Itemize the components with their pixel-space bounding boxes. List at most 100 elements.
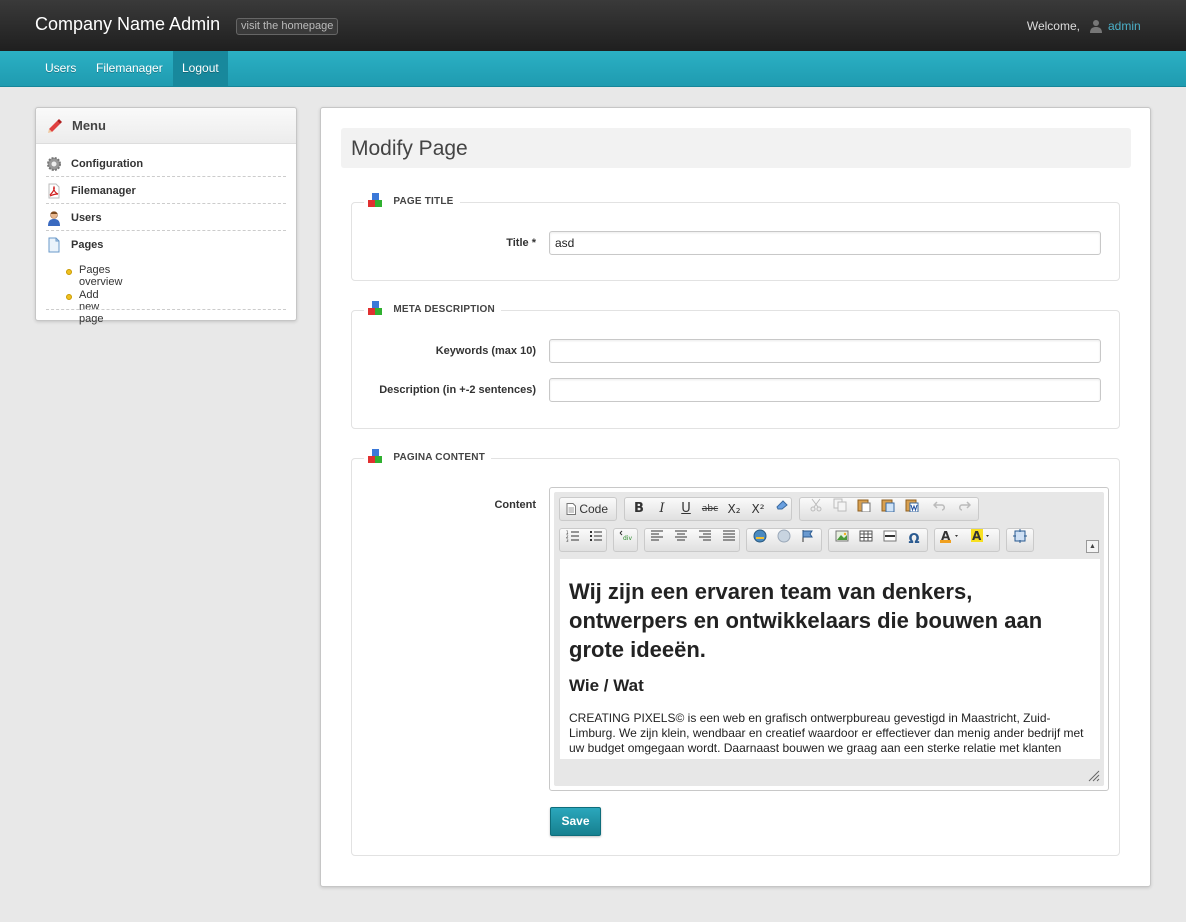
sidebar-item-label: Configuration	[71, 158, 144, 170]
rich-text-editor: Code B I U abc X₂ X² 1 2 3 div Ω A A ▲ W…	[549, 487, 1109, 791]
div-container-button[interactable]: div	[614, 529, 638, 551]
fieldset-pagina-content: PAGINA CONTENT Content Code B I U abc X₂	[351, 449, 1120, 856]
sidebar-header: Menu	[36, 108, 296, 144]
editor-content-area[interactable]: Wij zijn een ervaren team van denkers, o…	[560, 559, 1100, 759]
text-color-icon: A	[940, 529, 958, 543]
content-heading-1: Wij zijn een ervaren team van denkers, o…	[569, 579, 1043, 662]
special-char-button[interactable]: Ω	[902, 529, 926, 551]
app-title[interactable]: Company Name Admin	[35, 14, 220, 35]
toolbar-group-format: B I U abc X₂ X²	[624, 497, 792, 521]
table-icon	[859, 530, 873, 542]
nav-item-users[interactable]: Users	[36, 51, 85, 86]
content-paragraph: CREATING PIXELS© is een web en grafisch …	[569, 711, 1084, 755]
numbered-list-button[interactable]: 123	[561, 529, 585, 551]
subscript-button[interactable]: X₂	[722, 498, 746, 520]
clipboard-word-icon	[905, 499, 919, 513]
justify-icon	[723, 530, 735, 541]
sidebar-subitem-label: Add new page	[79, 289, 104, 325]
page-icon	[48, 237, 60, 253]
unlink-icon	[777, 529, 791, 543]
clipboard-text-icon	[881, 499, 895, 513]
text-color-button[interactable]: A	[938, 529, 966, 551]
legend-label: PAGE TITLE	[393, 195, 454, 207]
align-right-button[interactable]	[693, 529, 717, 551]
align-left-icon	[651, 530, 663, 541]
save-button[interactable]: Save	[550, 807, 601, 836]
nav-item-filemanager[interactable]: Filemanager	[87, 51, 172, 86]
align-center-button[interactable]	[669, 529, 693, 551]
scissors-icon	[810, 498, 822, 512]
bullet-icon	[66, 294, 72, 300]
link-button[interactable]	[748, 529, 772, 551]
maximize-button[interactable]	[1008, 529, 1032, 551]
strikethrough-button[interactable]: abc	[698, 498, 722, 520]
nav-item-logout[interactable]: Logout	[173, 51, 228, 86]
numbered-list-icon: 123	[566, 530, 579, 543]
resize-handle-icon[interactable]	[1088, 770, 1100, 782]
paste-button[interactable]	[852, 498, 876, 520]
sidebar-item-label: Pages	[71, 239, 104, 251]
superscript-button[interactable]: X²	[746, 498, 770, 520]
anchor-button[interactable]	[796, 529, 820, 551]
cut-button[interactable]	[804, 498, 828, 520]
redo-button[interactable]	[952, 498, 976, 520]
keywords-label: Keywords (max 10)	[435, 345, 536, 357]
main-panel: Modify Page PAGE TITLE Title * asd META …	[320, 107, 1151, 887]
keywords-input[interactable]	[549, 339, 1101, 363]
bulleted-list-button[interactable]	[584, 529, 608, 551]
sidebar-item-label: Users	[71, 212, 102, 224]
italic-button[interactable]: I	[650, 498, 674, 520]
collapse-toolbar-button[interactable]: ▲	[1086, 540, 1099, 553]
toolbar-group-links	[746, 528, 822, 552]
image-button[interactable]	[830, 529, 854, 551]
horizontal-rule-button[interactable]	[878, 529, 902, 551]
maximize-icon	[1013, 529, 1027, 543]
visit-homepage-link[interactable]: visit the homepage	[236, 18, 339, 35]
sidebar-item-label: Filemanager	[71, 185, 136, 197]
sidebar-item-configuration[interactable]: Configuration	[46, 150, 286, 177]
remove-format-button[interactable]	[770, 498, 794, 520]
undo-button[interactable]	[928, 498, 952, 520]
bold-button[interactable]: B	[627, 498, 651, 520]
content-heading-2: Wie / Wat	[569, 676, 644, 695]
bullet-icon	[66, 269, 72, 275]
sidebar-item-pages[interactable]: Pages	[46, 231, 286, 258]
title-input[interactable]: asd	[549, 231, 1101, 255]
svg-text:div: div	[623, 535, 632, 542]
table-button[interactable]	[854, 529, 878, 551]
copy-button[interactable]	[828, 498, 852, 520]
gear-icon	[47, 157, 61, 171]
align-left-button[interactable]	[645, 529, 669, 551]
page-heading: Modify Page	[341, 128, 1131, 168]
main-nav: Users Filemanager Logout	[0, 51, 1186, 87]
paste-word-button[interactable]	[900, 498, 924, 520]
description-label: Description (in +-2 sentences)	[379, 384, 536, 396]
user-icon	[1090, 20, 1102, 33]
align-right-icon	[699, 530, 711, 541]
horizontal-rule-icon	[883, 530, 897, 542]
blocks-icon	[368, 301, 382, 315]
eraser-icon	[776, 500, 788, 510]
underline-button[interactable]: U	[674, 498, 698, 520]
legend-label: PAGINA CONTENT	[393, 451, 486, 463]
background-color-button[interactable]: A	[969, 529, 997, 551]
welcome-text: Welcome,	[1026, 19, 1080, 33]
unlink-button[interactable]	[772, 529, 796, 551]
admin-user-link[interactable]: admin	[1108, 19, 1141, 33]
toolbar-group-insert: Ω	[828, 528, 928, 552]
description-input[interactable]	[549, 378, 1101, 402]
divider	[46, 309, 286, 310]
code-button[interactable]: Code	[562, 498, 612, 520]
sidebar-item-filemanager[interactable]: Filemanager	[46, 177, 286, 204]
document-icon	[566, 503, 576, 515]
toolbar-group-div: div	[613, 528, 638, 552]
toolbar-group-align	[644, 528, 740, 552]
editor-frame: Code B I U abc X₂ X² 1 2 3 div Ω A A ▲ W…	[554, 492, 1104, 786]
sidebar-item-users[interactable]: Users	[46, 204, 286, 231]
toolbar-group-colors: A A	[934, 528, 1000, 552]
paste-text-button[interactable]	[876, 498, 900, 520]
fieldset-legend: META DESCRIPTION	[364, 301, 501, 321]
redo-icon	[959, 501, 972, 511]
justify-button[interactable]	[717, 529, 741, 551]
toolbar-group-source: Code	[559, 497, 617, 521]
